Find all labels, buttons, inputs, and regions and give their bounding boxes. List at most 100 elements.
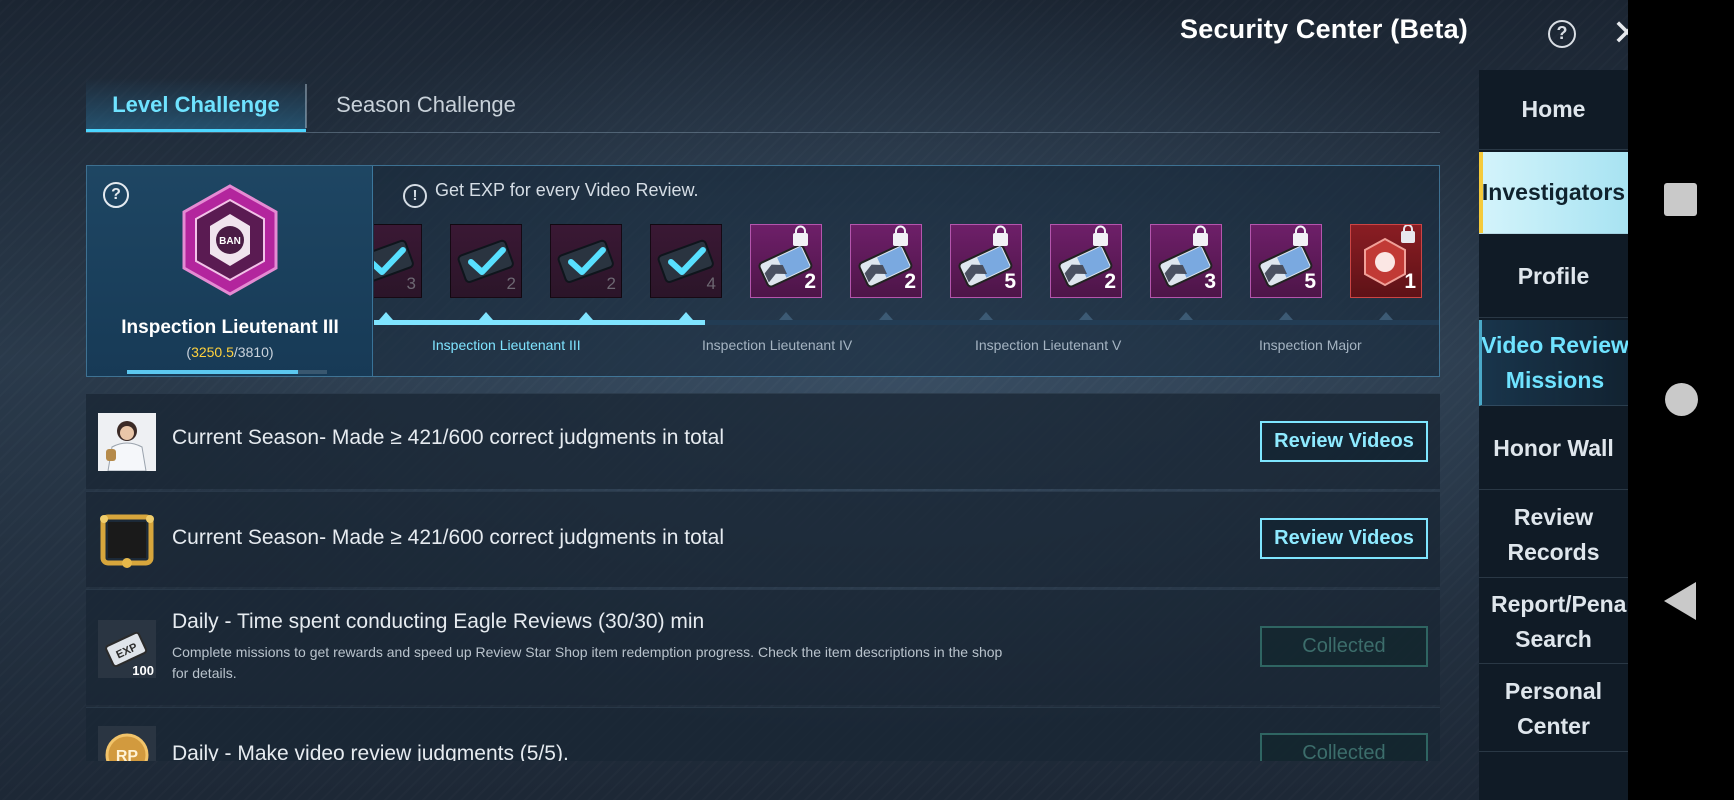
- collected-button: Collected: [1260, 626, 1428, 667]
- recents-icon[interactable]: [1664, 183, 1697, 216]
- current-rank-card: ? BAN Inspection Lieutenant III (3250.5/…: [87, 166, 373, 376]
- tab-season-challenge[interactable]: Season Challenge: [326, 78, 526, 132]
- track-tick: [1279, 312, 1293, 320]
- rank-exp-bar-fill: [127, 370, 298, 374]
- reward-item[interactable]: 2: [450, 224, 522, 298]
- level-label-current: Inspection Lieutenant III: [432, 337, 581, 353]
- mission-row: Current Season- Made ≥ 421/600 correct j…: [86, 393, 1440, 489]
- tab-divider: [305, 84, 307, 128]
- track-tick: [479, 312, 493, 320]
- track-tick: [1079, 312, 1093, 320]
- help-icon[interactable]: ?: [1548, 20, 1576, 48]
- reward-count: 4: [706, 274, 716, 293]
- reward-count: 5: [1304, 270, 1316, 293]
- sidebar: Home Investigators Profile Video Review …: [1479, 70, 1628, 800]
- home-icon[interactable]: [1665, 383, 1698, 416]
- exp-total: /3810): [233, 344, 274, 360]
- exp-card-amount: 100: [132, 663, 154, 678]
- reward-count: 3: [1204, 270, 1216, 293]
- sidebar-item-label: Personal: [1504, 677, 1603, 704]
- mission-description: Complete missions to get rewards and spe…: [172, 644, 1003, 681]
- sidebar-item-video-review-missions[interactable]: Video Review Missions: [1479, 320, 1628, 406]
- reward-count: 5: [1004, 270, 1016, 293]
- track-tick: [979, 312, 993, 320]
- exp-current: 3250.5: [191, 344, 234, 360]
- reward-count: 2: [606, 274, 616, 293]
- mission-row: RP Daily - Make video review judgments (…: [86, 707, 1440, 761]
- sidebar-item-label: Review: [1513, 503, 1594, 530]
- sidebar-item-honor-wall[interactable]: Honor Wall: [1479, 408, 1628, 490]
- gold-frame-icon: [100, 514, 154, 568]
- reward-item[interactable]: 4: [650, 224, 722, 298]
- rp-coin-icon: RP: [98, 726, 156, 761]
- sidebar-item-report-penalty-search[interactable]: Report/Penalty Search: [1479, 580, 1628, 664]
- sidebar-item-label: Records: [1507, 538, 1600, 565]
- reward-count: 2: [1104, 270, 1116, 293]
- sidebar-item-label: Missions: [1505, 366, 1605, 393]
- reward-item[interactable]: 3: [374, 224, 422, 298]
- reward-count: 3: [406, 274, 416, 293]
- track-tick: [1179, 312, 1193, 320]
- mission-title: Current Season- Made ≥ 421/600 correct j…: [172, 526, 724, 549]
- reward-item[interactable]: 2: [550, 224, 622, 298]
- rank-exp: (3250.5/3810): [186, 344, 274, 360]
- sidebar-item-home[interactable]: Home: [1479, 70, 1628, 150]
- reward-count: 1: [1404, 270, 1416, 293]
- reward-strip[interactable]: 3 2 2 4 2 2 5 2 3 5 1: [374, 224, 1439, 300]
- sidebar-item-review-records[interactable]: Review Records: [1479, 492, 1628, 578]
- level-track-fill: [374, 320, 705, 325]
- mission-title: Current Season- Made ≥ 421/600 correct j…: [172, 426, 724, 449]
- level-label-v: Inspection Lieutenant V: [975, 337, 1122, 353]
- sidebar-item-label: Search: [1515, 625, 1592, 652]
- avatar-reward-icon: [98, 413, 156, 471]
- collected-button: Collected: [1260, 733, 1428, 761]
- reward-item[interactable]: 2: [750, 224, 822, 298]
- sidebar-item-personal-center[interactable]: Personal Center: [1479, 666, 1628, 752]
- page-title: Security Center (Beta): [1180, 14, 1468, 44]
- mission-title: Daily - Time spent conducting Eagle Revi…: [172, 610, 705, 633]
- svg-text:RP: RP: [116, 748, 139, 761]
- close-icon[interactable]: ✕: [1612, 14, 1628, 54]
- track-tick: [779, 312, 793, 320]
- mission-title: Daily - Make video review judgments (5/5…: [172, 742, 569, 761]
- review-videos-button[interactable]: Review Videos: [1260, 421, 1428, 462]
- sidebar-item-label: Report/Penalty: [1491, 590, 1628, 617]
- sidebar-item-label: Center: [1517, 712, 1590, 739]
- svg-text:BAN: BAN: [219, 236, 241, 247]
- back-icon[interactable]: [1664, 582, 1696, 620]
- exp-hint-text: Get EXP for every Video Review.: [435, 180, 699, 200]
- level-progress-panel: ? BAN Inspection Lieutenant III (3250.5/…: [86, 165, 1440, 377]
- reward-count: 2: [506, 274, 516, 293]
- reward-count: 2: [804, 270, 816, 293]
- rank-exp-bar: [127, 370, 327, 374]
- track-tick: [879, 312, 893, 320]
- track-tick: [1379, 312, 1393, 320]
- reward-item[interactable]: 1: [1350, 224, 1422, 298]
- track-tick: [679, 312, 693, 320]
- track-tick: [379, 312, 393, 320]
- level-label-next: Inspection Lieutenant IV: [702, 337, 853, 353]
- tab-level-challenge[interactable]: Level Challenge: [86, 78, 306, 132]
- exp-card-icon: EXP 100: [98, 620, 156, 678]
- level-track: [374, 312, 1439, 325]
- level-label-major: Inspection Major: [1259, 337, 1362, 353]
- rank-name: Inspection Lieutenant III: [121, 317, 339, 338]
- info-icon: !: [403, 184, 427, 208]
- system-navigation-bar: [1628, 0, 1734, 800]
- reward-item[interactable]: 5: [1250, 224, 1322, 298]
- reward-item[interactable]: 3: [1150, 224, 1222, 298]
- exp-hint: ! Get EXP for every Video Review.: [403, 180, 698, 208]
- reward-item[interactable]: 2: [1050, 224, 1122, 298]
- track-tick: [579, 312, 593, 320]
- sidebar-item-investigators[interactable]: Investigators: [1479, 152, 1628, 234]
- mission-row: Current Season- Made ≥ 421/600 correct j…: [86, 491, 1440, 587]
- challenge-tabs: Level Challenge Season Challenge: [86, 78, 1440, 133]
- reward-count: 2: [904, 270, 916, 293]
- review-videos-button[interactable]: Review Videos: [1260, 518, 1428, 559]
- reward-item[interactable]: 5: [950, 224, 1022, 298]
- security-center-screen: Security Center (Beta) ? ✕ Level Challen…: [0, 0, 1628, 800]
- rank-help-icon[interactable]: ?: [103, 182, 129, 208]
- reward-item[interactable]: 2: [850, 224, 922, 298]
- mission-row: EXP 100 Daily - Time spent conducting Ea…: [86, 589, 1440, 705]
- sidebar-item-profile[interactable]: Profile: [1479, 236, 1628, 318]
